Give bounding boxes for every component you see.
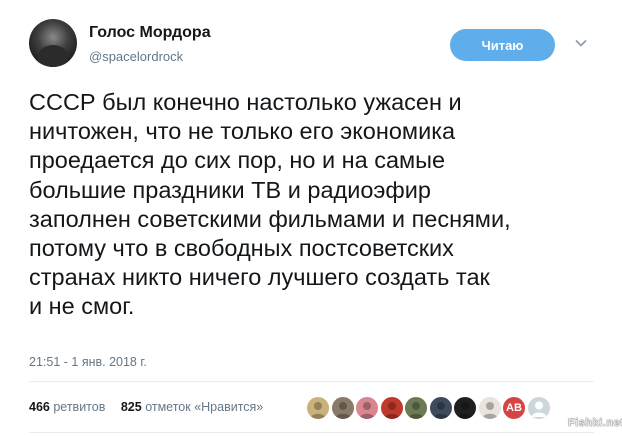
default-avatar-icon[interactable]: [526, 396, 551, 420]
tweet-line: СССР был конечно настолько ужасен и: [29, 89, 462, 115]
follow-button[interactable]: Читаю: [450, 29, 555, 61]
watermark: Fishki.net: [568, 417, 622, 429]
divider: [29, 381, 594, 382]
tweet-line: ничтожен, что не только его экономика: [29, 118, 456, 145]
tweet-line: проедается до сих пор, но и на самые: [29, 147, 446, 174]
liker-avatar[interactable]: [428, 396, 453, 420]
liker-avatar[interactable]: [355, 396, 379, 420]
author-handle[interactable]: @spacelordrock: [89, 49, 183, 64]
tweet-text: СССР был конечно настолько ужасен и ничт…: [29, 88, 594, 322]
liker-avatar[interactable]: [306, 396, 330, 420]
liker-avatar[interactable]: [379, 396, 404, 420]
tweet-stats: 466 ретвитов 825 отметок «Нравится»: [29, 400, 275, 414]
retweet-stat[interactable]: 466 ретвитов: [29, 400, 105, 414]
retweet-count: 466: [29, 400, 50, 414]
chevron-down-icon[interactable]: [574, 36, 588, 50]
author-avatar[interactable]: [29, 19, 77, 67]
liker-avatar[interactable]: [330, 396, 355, 420]
tweet-timestamp[interactable]: 21:51 - 1 янв. 2018 г.: [29, 355, 147, 369]
tweet-line: большие праздники ТВ и радиоэфир: [29, 176, 431, 203]
divider: [29, 432, 594, 433]
author-name[interactable]: Голос Мордора: [89, 24, 211, 42]
tweet-line: потому что в свободных постсоветских: [29, 235, 454, 262]
liker-avatar[interactable]: AB: [502, 396, 526, 420]
liker-avatar[interactable]: [404, 396, 428, 420]
retweet-label: ретвитов: [53, 400, 106, 414]
like-stat[interactable]: 825 отметок «Нравится»: [121, 400, 263, 414]
tweet-line: и не смог.: [29, 293, 135, 320]
tweet-line: заполнен советскими фильмами и песнями,: [29, 205, 511, 232]
like-count: 825: [120, 400, 142, 414]
liker-avatar[interactable]: [453, 396, 477, 420]
like-label: отметок «Нравится»: [145, 400, 264, 414]
tweet-line: странах никто ничего лучшего создать так: [29, 264, 490, 291]
liker-avatar[interactable]: [477, 396, 502, 420]
